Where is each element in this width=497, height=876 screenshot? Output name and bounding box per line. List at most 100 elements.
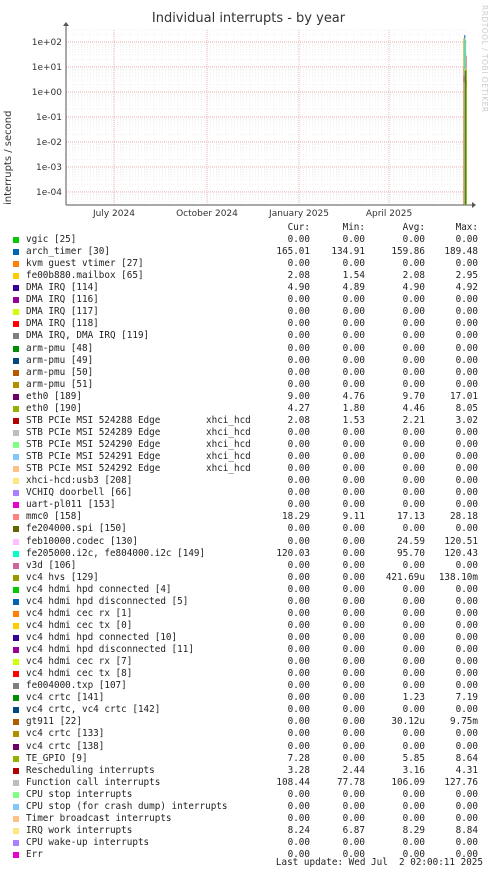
legend-value-min: 0.00 bbox=[342, 318, 365, 330]
y-tick-label: 1e-04 bbox=[36, 188, 62, 198]
legend-value-cur: 0.00 bbox=[287, 330, 310, 342]
legend-swatch bbox=[13, 683, 19, 690]
legend-value-max: 0.00 bbox=[455, 234, 478, 245]
legend-value-max: 0.00 bbox=[455, 728, 478, 740]
legend-value-avg: 0.00 bbox=[402, 740, 425, 752]
legend-value-cur: 2.08 bbox=[287, 270, 310, 282]
y-tick-label: 1e+02 bbox=[32, 38, 62, 48]
legend-series-name: TE_GPIO [9] bbox=[26, 752, 88, 764]
legend-value-cur: 0.00 bbox=[287, 366, 310, 378]
legend-swatch bbox=[13, 586, 19, 593]
legend-value-avg: 0.00 bbox=[402, 656, 425, 668]
y-axis-arrow bbox=[63, 22, 69, 26]
legend-value-min: 0.00 bbox=[342, 571, 365, 583]
legend-value-max: 0.00 bbox=[455, 487, 478, 499]
legend-value-min: 0.00 bbox=[342, 704, 365, 716]
legend-value-cur: 0.00 bbox=[287, 800, 310, 812]
legend-value-max: 0.00 bbox=[455, 294, 478, 306]
legend-value-avg: 0.00 bbox=[402, 680, 425, 692]
legend-value-avg: 0.00 bbox=[402, 463, 425, 475]
col-header-max: Max: bbox=[455, 222, 478, 233]
legend-value-avg: 0.00 bbox=[402, 631, 425, 643]
legend-row: fe00b880.mailbox [65] 2.08 1.54 2.08 2.95 bbox=[0, 270, 497, 282]
legend-row: kvm guest vtimer [27] 0.00 0.00 0.00 0.00 bbox=[0, 258, 497, 270]
legend-row: mmc0 [158] 18.29 9.11 17.13 28.18 bbox=[0, 511, 497, 523]
legend-value-avg: 3.16 bbox=[402, 764, 425, 776]
legend-series-name: kvm guest vtimer [27] bbox=[26, 258, 144, 270]
legend-row: STB PCIe MSI 524291 Edge xhci_hcd 0.00 0.00… bbox=[0, 451, 497, 463]
legend-value-avg: 4.46 bbox=[402, 402, 425, 414]
legend-swatch bbox=[13, 840, 19, 846]
legend-value-min: 0.00 bbox=[342, 607, 365, 619]
legend-value-avg: 0.00 bbox=[402, 258, 425, 270]
legend-series-name: vc4 hdmi hpd disconnected [5] bbox=[26, 595, 189, 607]
legend-value-avg: 159.86 bbox=[391, 246, 425, 258]
legend-series-name: vc4 hdmi cec rx [1] bbox=[26, 607, 133, 619]
legend-value-avg: 106.09 bbox=[391, 776, 425, 788]
legend-value-min: 0.00 bbox=[342, 631, 365, 643]
legend-value-cur: 0.00 bbox=[287, 234, 310, 245]
legend-swatch bbox=[13, 634, 19, 641]
legend-series-name: IRQ work interrupts bbox=[26, 824, 133, 836]
legend-value-cur: 120.03 bbox=[276, 547, 310, 559]
legend-row: VCHIQ doorbell [66] 0.00 0.00 0.00 0.00 bbox=[0, 487, 497, 499]
legend-swatch bbox=[13, 743, 19, 750]
legend-swatch bbox=[13, 695, 19, 702]
legend-swatch bbox=[13, 574, 19, 581]
legend-series-name: VCHIQ doorbell [66] bbox=[26, 487, 133, 499]
legend-series-name: feb10000.codec [130] bbox=[26, 535, 138, 547]
legend-value-cur: 0.00 bbox=[287, 837, 310, 848]
legend-series-name: vc4 hvs [129] bbox=[26, 571, 99, 583]
legend-series-name: STB PCIe MSI 524288 Edge bbox=[26, 414, 161, 426]
legend-value-max: 189.48 bbox=[444, 246, 478, 258]
legend-row: CPU stop interrupts 0.00 0.00 0.00 0.00 bbox=[0, 789, 497, 801]
legend-value-cur: 108.44 bbox=[276, 776, 310, 788]
legend-row: vc4 hdmi hpd connected [4] 0.00 0.00 0.00 0.… bbox=[0, 584, 497, 596]
legend-swatch bbox=[13, 345, 19, 352]
legend-row: eth0 [190] 4.27 1.80 4.46 8.05 bbox=[0, 403, 497, 415]
legend-value-max: 0.00 bbox=[455, 559, 478, 571]
legend-value-max: 8.05 bbox=[455, 402, 478, 414]
legend-value-min: 0.00 bbox=[342, 680, 365, 692]
legend-swatch bbox=[13, 622, 19, 629]
legend-row: CPU stop (for crash dump) interrupts 0.00… bbox=[0, 801, 497, 813]
legend-series-name: DMA IRQ [117] bbox=[26, 306, 99, 318]
legend-value-max: 7.19 bbox=[455, 692, 478, 704]
legend-value-avg: 0.00 bbox=[402, 668, 425, 680]
legend-row: vc4 hdmi cec rx [1] 0.00 0.00 0.00 0.00 bbox=[0, 608, 497, 620]
legend-value-max: 0.00 bbox=[455, 740, 478, 752]
legend-value-avg: 1.23 bbox=[402, 692, 425, 704]
legend-value-max: 0.00 bbox=[455, 607, 478, 619]
legend-value-min: 0.00 bbox=[342, 668, 365, 680]
legend-value-min: 0.00 bbox=[342, 294, 365, 306]
legend-swatch bbox=[13, 357, 19, 364]
legend-value-cur: 0.00 bbox=[287, 475, 310, 487]
col-header-avg: Avg: bbox=[402, 222, 425, 233]
legend-series-name: DMA IRQ, DMA IRQ [119] bbox=[26, 330, 150, 342]
legend-value-cur: 0.00 bbox=[287, 668, 310, 680]
legend-row: STB PCIe MSI 524288 Edge xhci_hcd 2.08 1.53… bbox=[0, 415, 497, 427]
legend-value-cur: 0.00 bbox=[287, 740, 310, 752]
x-tick-label: April 2025 bbox=[366, 209, 412, 219]
legend-swatch bbox=[13, 852, 19, 859]
legend-swatch bbox=[13, 381, 19, 388]
legend-value-avg: 0.00 bbox=[402, 559, 425, 571]
legend-value-avg: 95.70 bbox=[397, 547, 425, 559]
legend-value-min: 0.00 bbox=[342, 366, 365, 378]
legend-value-min: 0.00 bbox=[342, 583, 365, 595]
legend-value-avg: 8.29 bbox=[402, 824, 425, 836]
legend-value-min: 134.91 bbox=[331, 246, 365, 258]
legend-swatch bbox=[13, 273, 19, 280]
legend-value-max: 0.00 bbox=[455, 354, 478, 366]
legend-value-avg: 0.00 bbox=[402, 475, 425, 487]
legend-series-name: vc4 hdmi hpd connected [10] bbox=[26, 631, 178, 643]
legend-value-max: 0.00 bbox=[455, 644, 478, 656]
legend-value-max: 127.76 bbox=[444, 776, 478, 788]
legend-swatch bbox=[13, 767, 19, 774]
legend-swatch bbox=[13, 478, 19, 485]
legend-value-avg: 0.00 bbox=[402, 354, 425, 366]
legend-row: vgic [25] 0.00 0.00 0.00 0.00 bbox=[0, 234, 497, 246]
legend-value-cur: 9.00 bbox=[287, 390, 310, 402]
legend-series-name: fe204000.spi [150] bbox=[26, 523, 127, 535]
legend-row: DMA IRQ [117] 0.00 0.00 0.00 0.00 bbox=[0, 306, 497, 318]
